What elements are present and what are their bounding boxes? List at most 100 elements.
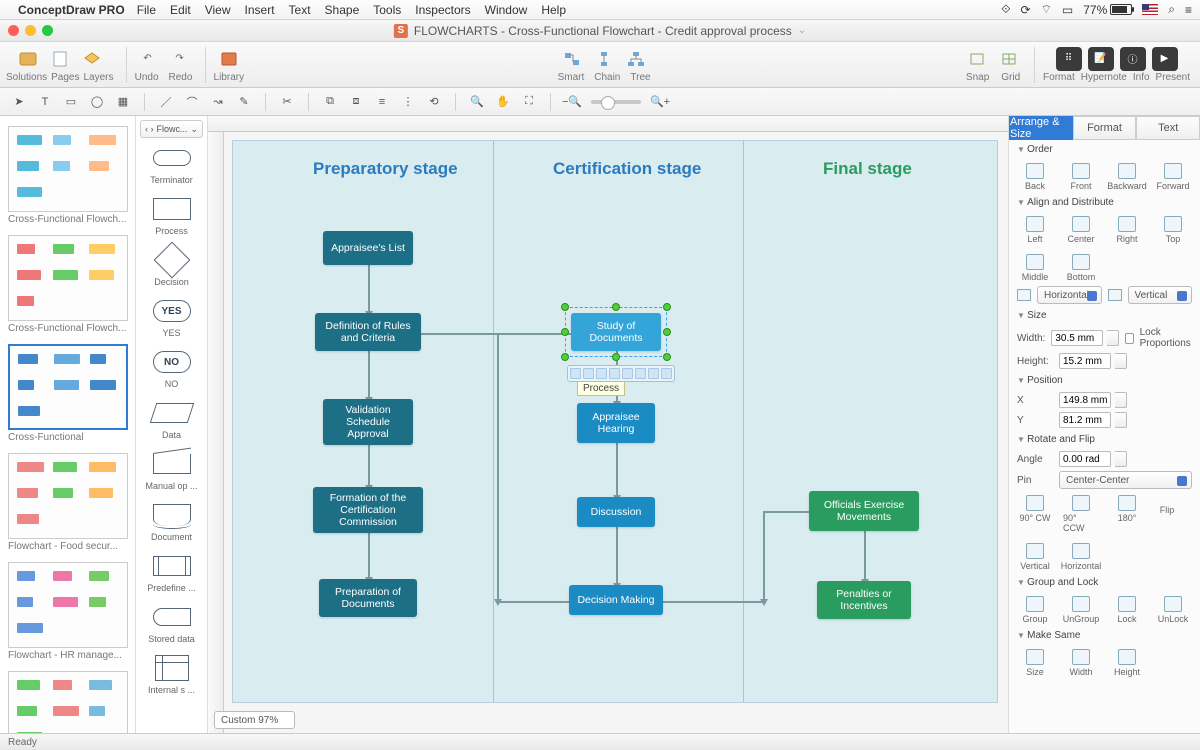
selection-handle[interactable]	[561, 353, 569, 361]
section-rotate[interactable]: Rotate and Flip	[1009, 430, 1200, 449]
tab-text[interactable]: Text	[1136, 116, 1200, 140]
navigator-thumbnail[interactable]	[8, 562, 128, 648]
shape-stencil-no[interactable]: NONO	[136, 348, 207, 389]
layers-button[interactable]	[79, 47, 105, 71]
display-icon[interactable]: ▭	[1062, 3, 1073, 17]
spotlight-icon[interactable]: ⌕	[1168, 2, 1175, 17]
x-input[interactable]	[1059, 392, 1111, 408]
y-input[interactable]	[1059, 412, 1111, 428]
same-width-button[interactable]: Width	[1063, 649, 1099, 677]
connector[interactable]	[497, 333, 499, 601]
updates-icon[interactable]: ⟳	[1021, 3, 1031, 17]
input-source-icon[interactable]	[1142, 4, 1158, 15]
angle-stepper[interactable]	[1115, 451, 1127, 467]
connector[interactable]	[763, 511, 809, 513]
connector[interactable]	[368, 265, 370, 313]
connector[interactable]	[616, 443, 618, 497]
mini-toolbar-item[interactable]	[583, 368, 594, 379]
menu-file[interactable]: File	[137, 3, 156, 17]
navigator-thumbnail[interactable]	[8, 453, 128, 539]
section-group[interactable]: Group and Lock	[1009, 573, 1200, 592]
connector[interactable]	[864, 531, 866, 581]
zoom-slider[interactable]	[591, 100, 641, 104]
selection-handle[interactable]	[663, 353, 671, 361]
line-tool-icon[interactable]: ／	[155, 92, 177, 112]
flowchart-node[interactable]: Validation Schedule Approval	[323, 399, 413, 445]
navigator-thumbnail[interactable]	[8, 344, 128, 430]
shape-stencil-intern[interactable]: Internal s ...	[136, 654, 207, 695]
flowchart-node[interactable]: Discussion	[577, 497, 655, 527]
flowchart-node[interactable]: Officials Exercise Movements	[809, 491, 919, 531]
context-mini-toolbar[interactable]	[567, 365, 675, 382]
shape-stencil-proc[interactable]: Process	[136, 195, 207, 236]
fit-icon[interactable]: ⛶	[518, 92, 540, 112]
app-name[interactable]: ConceptDraw PRO	[18, 3, 125, 17]
shape-stencil-data[interactable]: Data	[136, 399, 207, 440]
menu-inspectors[interactable]: Inspectors	[415, 3, 470, 17]
angle-input[interactable]	[1059, 451, 1111, 467]
tab-format[interactable]: Format	[1073, 116, 1137, 140]
connector[interactable]	[421, 333, 571, 335]
solutions-button[interactable]	[15, 47, 41, 71]
rotate-cw-button[interactable]: 90° CW	[1017, 495, 1053, 533]
ungroup-icon[interactable]: ⧈	[345, 92, 367, 112]
selection-handle[interactable]	[612, 353, 620, 361]
y-stepper[interactable]	[1115, 412, 1127, 428]
cloud-icon[interactable]: ⟐	[1001, 2, 1010, 17]
menu-text[interactable]: Text	[289, 3, 311, 17]
lock-button[interactable]: Lock	[1109, 596, 1145, 624]
connector[interactable]	[663, 601, 763, 603]
table-tool-icon[interactable]: ▦	[112, 92, 134, 112]
mini-toolbar-item[interactable]	[622, 368, 633, 379]
lock-proportions-checkbox[interactable]	[1125, 333, 1133, 344]
order-back-button[interactable]: Back	[1017, 163, 1053, 191]
selection-handle[interactable]	[663, 328, 671, 336]
battery-status[interactable]: 77%	[1083, 3, 1132, 17]
mini-toolbar-item[interactable]	[635, 368, 646, 379]
zoom-tool-icon[interactable]: 🔍	[466, 92, 488, 112]
minimize-window-button[interactable]	[25, 25, 36, 36]
align-right-button[interactable]: Right	[1109, 216, 1145, 244]
zoom-window-button[interactable]	[42, 25, 53, 36]
same-height-button[interactable]: Height	[1109, 649, 1145, 677]
navigator-thumbnail[interactable]	[8, 235, 128, 321]
flowchart-node[interactable]: Definition of Rules and Criteria	[315, 313, 421, 351]
distribute-horizontal-select[interactable]: Horizontal	[1037, 286, 1102, 304]
align-middle-button[interactable]: Middle	[1017, 254, 1053, 282]
library-button[interactable]	[216, 47, 242, 71]
rect-tool-icon[interactable]: ▭	[60, 92, 82, 112]
shape-stencil-term[interactable]: Terminator	[136, 144, 207, 185]
distribute-vertical-select[interactable]: Vertical	[1128, 286, 1193, 304]
close-window-button[interactable]	[8, 25, 19, 36]
width-stepper[interactable]	[1107, 330, 1119, 346]
zoom-in-icon[interactable]: 🔍+	[649, 92, 671, 112]
flip-vertical-button[interactable]: Vertical	[1017, 543, 1053, 571]
height-stepper[interactable]	[1115, 353, 1127, 369]
shape-stencil-docu[interactable]: Document	[136, 501, 207, 542]
connector-tool-icon[interactable]: ↝	[207, 92, 229, 112]
connector[interactable]	[497, 601, 569, 603]
ungroup-button[interactable]: UnGroup	[1063, 596, 1099, 624]
shape-stencil-yes[interactable]: YESYES	[136, 297, 207, 338]
shape-stencil-stor[interactable]: Stored data	[136, 603, 207, 644]
chain-button[interactable]	[591, 47, 617, 71]
section-size[interactable]: Size	[1009, 306, 1200, 325]
flowchart-node[interactable]: Appraisee Hearing	[577, 403, 655, 443]
flowchart-node[interactable]: Penalties or Incentives	[817, 581, 911, 619]
width-input[interactable]	[1051, 330, 1103, 346]
menu-shape[interactable]: Shape	[325, 3, 360, 17]
menu-help[interactable]: Help	[541, 3, 566, 17]
menu-edit[interactable]: Edit	[170, 3, 191, 17]
mini-toolbar-item[interactable]	[570, 368, 581, 379]
grid-button[interactable]	[996, 47, 1022, 71]
align-top-button[interactable]: Top	[1155, 216, 1191, 244]
connector[interactable]	[368, 533, 370, 579]
connector[interactable]	[368, 351, 370, 399]
pin-select[interactable]: Center-Center	[1059, 471, 1192, 489]
shapes-library-selector[interactable]: ‹ ›Flowc...⌄	[140, 120, 203, 138]
mini-toolbar-item[interactable]	[648, 368, 659, 379]
section-align[interactable]: Align and Distribute	[1009, 193, 1200, 212]
shape-stencil-pred[interactable]: Predefine ...	[136, 552, 207, 593]
hypernote-button[interactable]: 📝	[1088, 47, 1114, 71]
height-input[interactable]	[1059, 353, 1111, 369]
